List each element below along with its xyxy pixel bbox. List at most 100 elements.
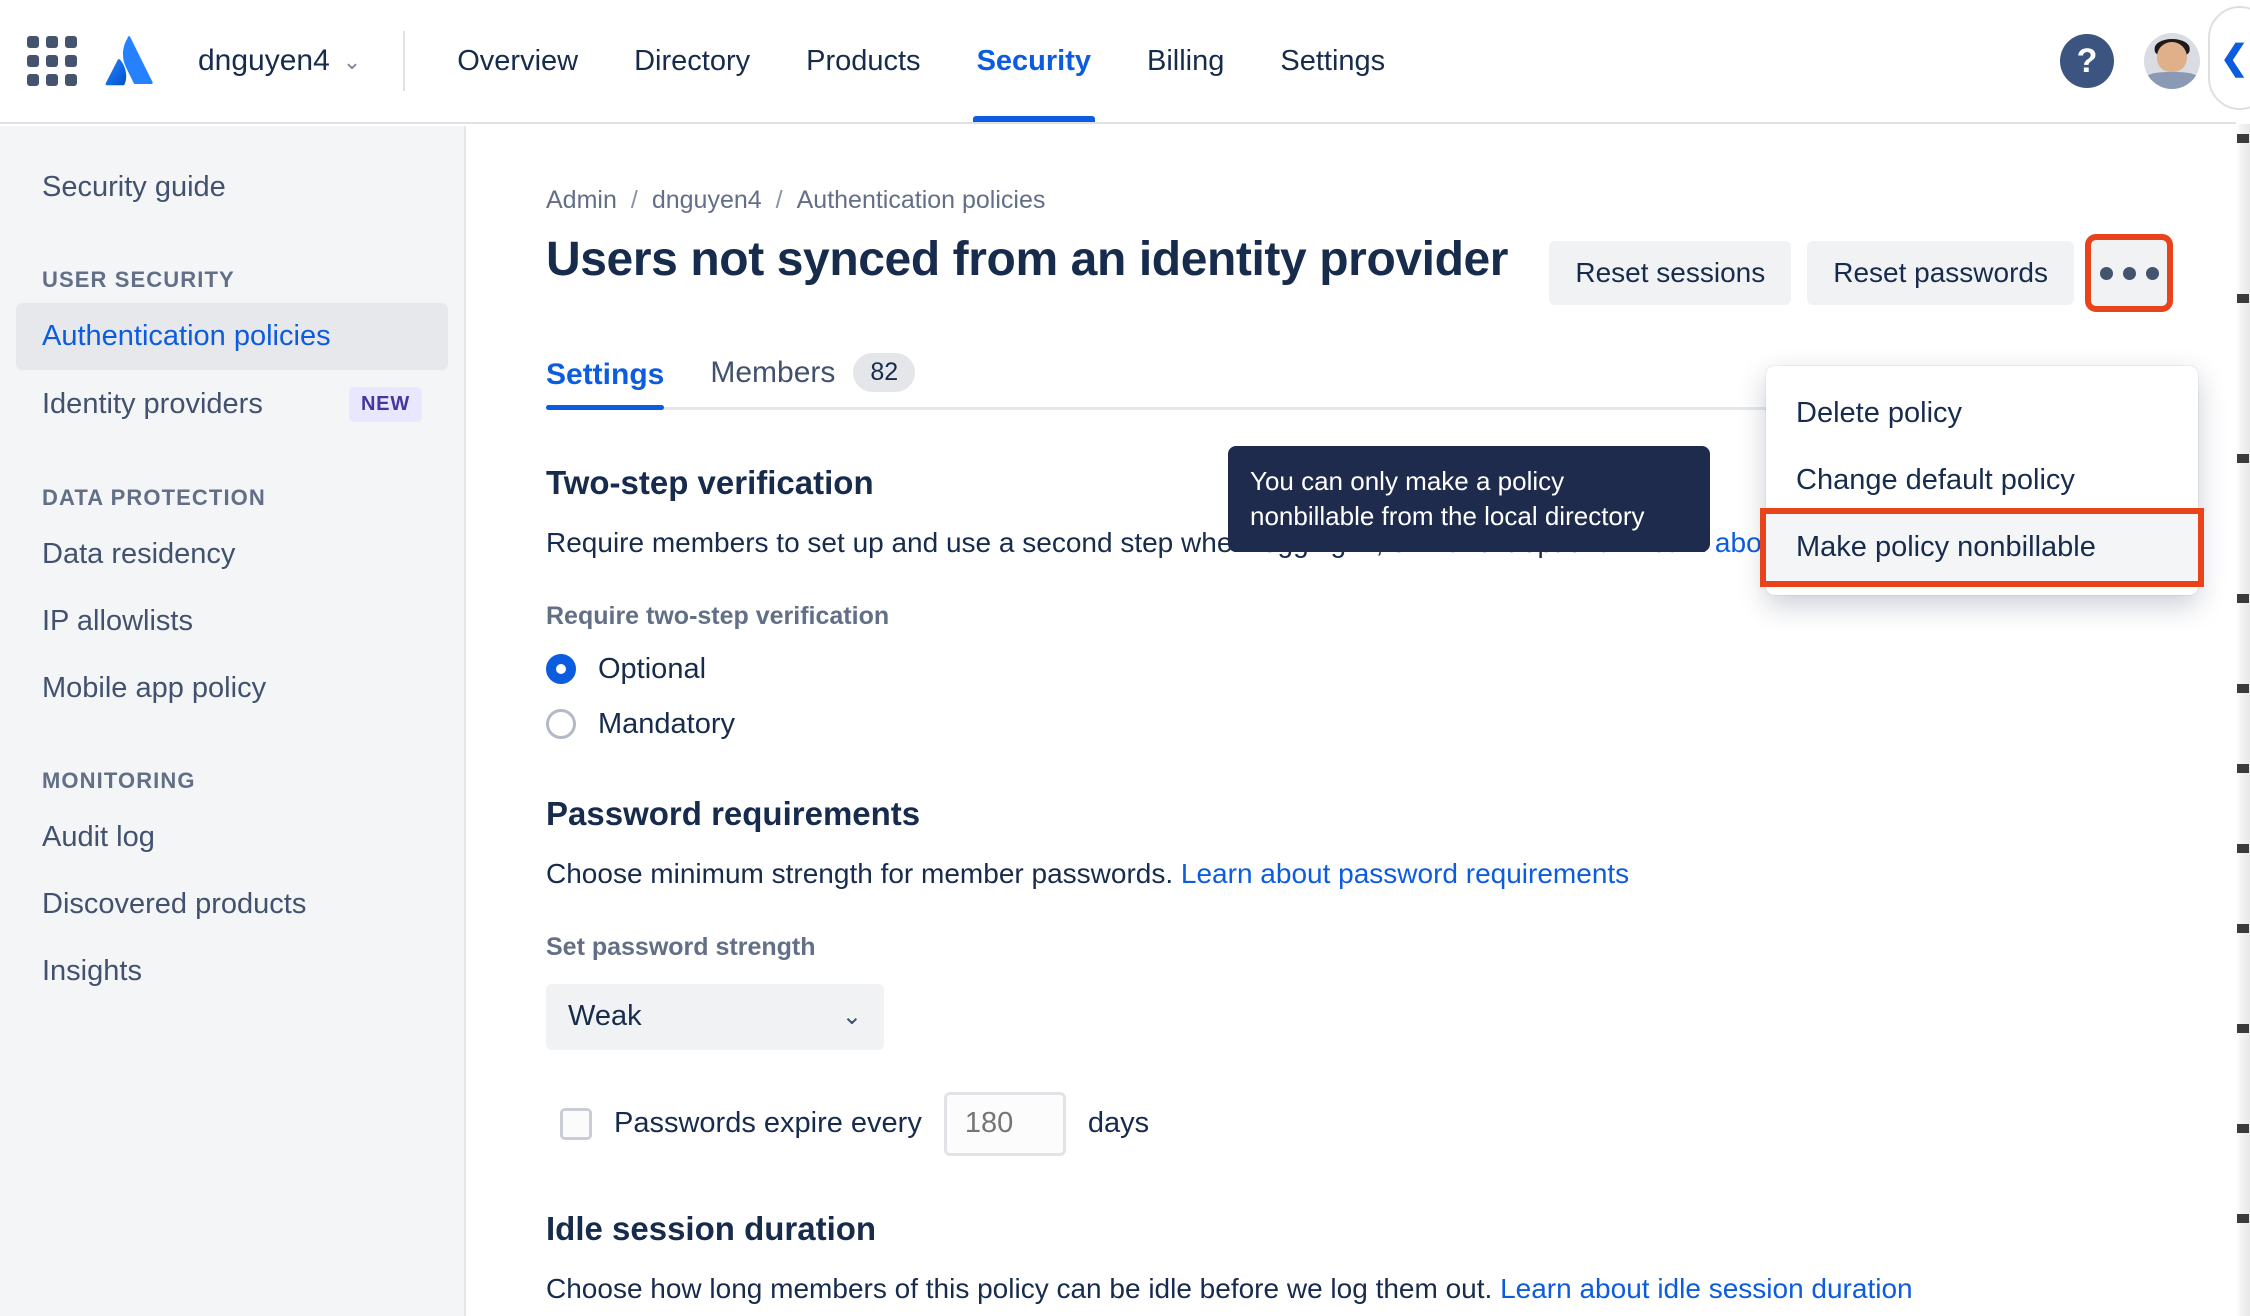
sidebar-item-authentication-policies[interactable]: Authentication policies [16, 303, 448, 370]
breadcrumb-item-site[interactable]: dnguyen4 [652, 186, 762, 215]
sidebar-item-label: IP allowlists [42, 605, 193, 637]
nav-link-settings[interactable]: Settings [1252, 0, 1413, 122]
nav-divider [403, 31, 406, 91]
field-label-require-two-step: Require two-step verification [546, 601, 890, 630]
radio-option-optional[interactable]: Optional [546, 653, 2236, 686]
tab-label: Settings [546, 358, 665, 391]
tab-label: Members [710, 355, 836, 389]
tab-members[interactable]: Members 82 [710, 353, 916, 410]
grid-dot [46, 36, 58, 48]
nav-link-billing[interactable]: Billing [1119, 0, 1252, 122]
days-label: days [1087, 1107, 1150, 1140]
sidebar-item-label: Insights [42, 955, 142, 987]
main-inner: Admin / dnguyen4 / Authentication polici… [468, 126, 2236, 1307]
members-count-badge: 82 [853, 353, 916, 392]
breadcrumb-item-authentication-policies[interactable]: Authentication policies [797, 186, 1046, 215]
sidebar-section-user-security: USER SECURITY [42, 267, 235, 292]
chevron-left-icon: ❮ [2220, 39, 2249, 77]
grid-dot [46, 74, 58, 86]
sidebar-section-data-protection: DATA PROTECTION [42, 485, 266, 510]
section-description-text: Choose minimum strength for member passw… [546, 857, 1174, 889]
grid-dot [27, 36, 39, 48]
section-idle-session-duration: Idle session duration Choose how long me… [546, 1210, 2236, 1308]
sidebar-item-ip-allowlists[interactable]: IP allowlists [16, 588, 448, 655]
learn-about-idle-session-duration-link[interactable]: Learn about idle session duration [1500, 1273, 1913, 1304]
help-icon[interactable]: ? [2060, 34, 2114, 88]
sidebar-item-label: Authentication policies [42, 320, 331, 352]
avatar[interactable] [2144, 33, 2200, 89]
sidebar-item-security-guide[interactable]: Security guide [16, 154, 448, 221]
sidebar-item-insights[interactable]: Insights [16, 938, 448, 1005]
site-name-switcher[interactable]: dnguyen4 ⌄ [198, 44, 361, 78]
sidebar-item-identity-providers[interactable]: Identity providers NEW [16, 370, 448, 439]
page-title: Users not synced from an identity provid… [546, 233, 1509, 286]
sidebar-item-label: Security guide [42, 171, 226, 203]
reset-sessions-button[interactable]: Reset sessions [1549, 241, 1792, 305]
password-strength-value: Weak [568, 1000, 642, 1033]
avatar-body [2144, 72, 2200, 89]
sidebar-item-discovered-products[interactable]: Discovered products [16, 871, 448, 938]
tab-settings[interactable]: Settings [546, 358, 665, 410]
grid-dot [27, 74, 39, 86]
menu-item-make-policy-nonbillable[interactable]: Make policy nonbillable [1760, 508, 2204, 587]
nav-link-security[interactable]: Security [949, 0, 1119, 122]
title-row: Users not synced from an identity provid… [546, 233, 2236, 312]
more-dot [2145, 266, 2159, 280]
password-strength-select[interactable]: Weak ⌄ [546, 983, 884, 1050]
radio-icon-unchecked [546, 709, 576, 740]
radio-label: Mandatory [598, 707, 736, 740]
radio-label: Optional [598, 652, 707, 685]
sidebar-item-audit-log[interactable]: Audit log [16, 804, 448, 871]
sidebar-item-data-residency[interactable]: Data residency [16, 521, 448, 588]
section-heading: Idle session duration [546, 1209, 877, 1247]
background-window-strip [2236, 124, 2250, 1316]
sidebar-item-label: Discovered products [42, 888, 307, 920]
nav-link-directory[interactable]: Directory [606, 0, 778, 122]
section-description-text: Choose how long members of this policy c… [546, 1272, 1493, 1304]
page-actions: Reset sessions Reset passwords [1549, 233, 2236, 312]
chevron-down-icon: ⌄ [342, 49, 362, 74]
radio-option-mandatory[interactable]: Mandatory [546, 708, 2236, 741]
site-name-label: dnguyen4 [198, 44, 330, 77]
menu-item-delete-policy[interactable]: Delete policy [1766, 380, 2198, 447]
top-nav-left-group: dnguyen4 ⌄ Overview Directory Products S… [0, 0, 1413, 122]
grid-apps-icon[interactable] [24, 33, 80, 89]
grid-dot [65, 74, 77, 86]
grid-dot [65, 36, 77, 48]
learn-about-password-requirements-link[interactable]: Learn about password requirements [1181, 858, 1629, 889]
app-root: dnguyen4 ⌄ Overview Directory Products S… [0, 0, 2250, 1316]
sidebar-item-label: Audit log [42, 821, 155, 853]
password-expiry-days-input[interactable] [943, 1091, 1066, 1156]
more-dot [2122, 266, 2136, 280]
more-dot [2099, 266, 2113, 280]
menu-item-change-default-policy[interactable]: Change default policy [1766, 447, 2198, 514]
atlassian-logo-icon[interactable] [102, 36, 156, 86]
browser-edge-collapse-button[interactable]: ❮ [2208, 6, 2250, 110]
reset-passwords-button[interactable]: Reset passwords [1807, 241, 2074, 305]
grid-dot [65, 55, 77, 67]
nav-link-overview[interactable]: Overview [429, 0, 606, 122]
passwords-expire-checkbox[interactable] [560, 1107, 592, 1140]
radio-icon-checked [546, 654, 576, 685]
section-password-requirements: Password requirements Choose minimum str… [546, 795, 2236, 1156]
more-horizontal-icon[interactable] [2085, 234, 2173, 312]
primary-nav-links: Overview Directory Products Security Bil… [429, 0, 1413, 122]
avatar-face [2156, 41, 2188, 73]
sidebar-section-monitoring: MONITORING [42, 768, 196, 793]
sidebar-item-label: Mobile app policy [42, 672, 267, 704]
nav-link-products[interactable]: Products [778, 0, 948, 122]
policy-actions-menu: Delete policy Change default policy Make… [1760, 366, 2204, 595]
breadcrumb-separator: / [630, 186, 638, 214]
nonbillable-tooltip: You can only make a policy nonbillable f… [1228, 446, 1710, 553]
breadcrumb: Admin / dnguyen4 / Authentication polici… [546, 186, 2236, 215]
new-badge: NEW [348, 387, 422, 422]
sidebar: Security guide USER SECURITY Authenticat… [0, 126, 466, 1316]
breadcrumb-item-admin[interactable]: Admin [546, 186, 617, 215]
top-navigation-bar: dnguyen4 ⌄ Overview Directory Products S… [0, 0, 2236, 124]
grid-dot [46, 55, 58, 67]
passwords-expire-label: Passwords expire every [614, 1107, 922, 1140]
field-label-set-password-strength: Set password strength [546, 932, 816, 961]
sidebar-item-mobile-app-policy[interactable]: Mobile app policy [16, 655, 448, 722]
grid-dot [27, 55, 39, 67]
breadcrumb-separator: / [775, 186, 783, 214]
